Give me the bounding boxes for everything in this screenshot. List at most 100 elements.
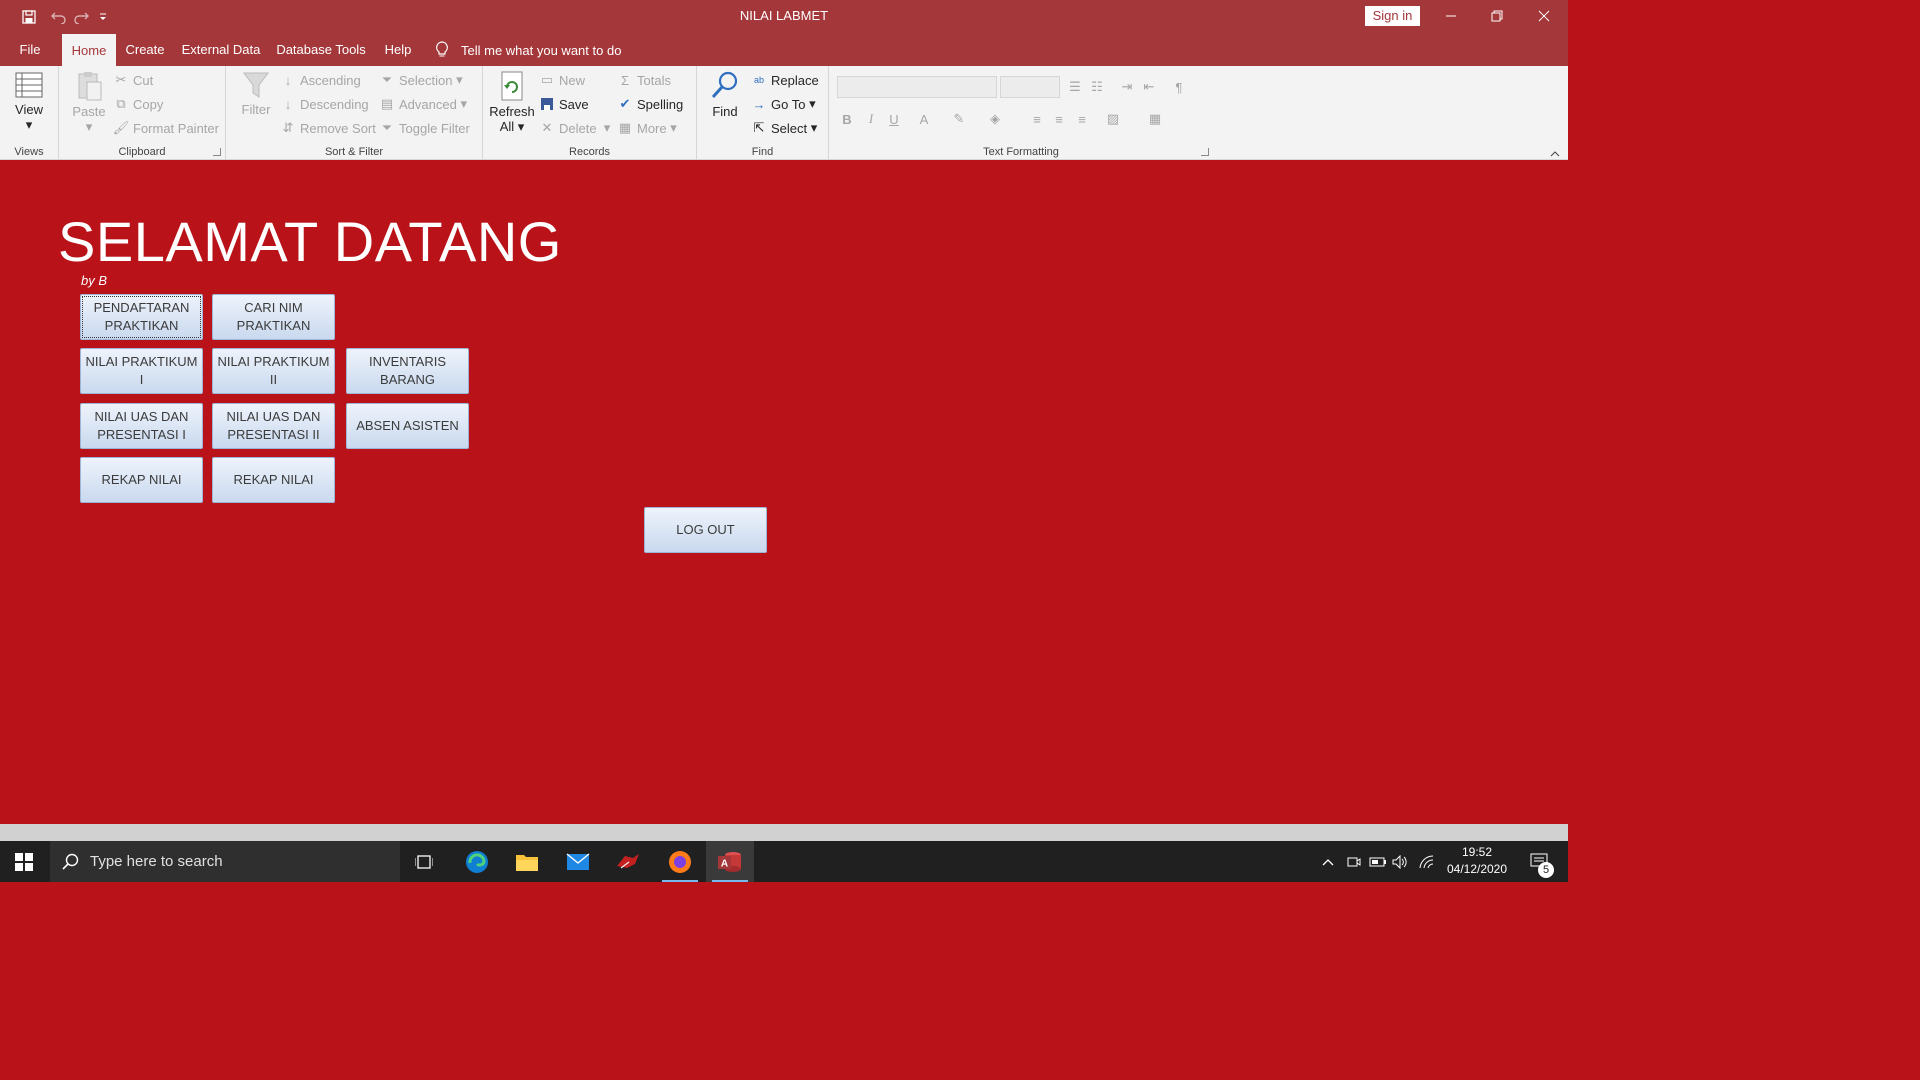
increase-indent-icon[interactable]: ⇥ [1117,77,1137,97]
align-center-icon[interactable]: ≡ [1049,109,1069,129]
save-record-button[interactable]: Save [539,94,589,114]
ribbon-tabs: File Home Create External Data Database … [0,34,1568,66]
highlight-icon[interactable]: ✎ [949,109,969,129]
battery-icon[interactable] [1368,841,1388,882]
advanced-label: Advanced [399,96,457,112]
paste-label: Paste [72,104,106,119]
new-label: New [559,72,586,88]
refresh-all-button[interactable]: Refresh All ▾ [489,70,535,134]
game-app-icon[interactable] [604,841,652,882]
descending-button[interactable]: ↓ Descending [280,94,369,114]
wifi-icon[interactable] [1416,841,1438,882]
minimize-icon[interactable] [1428,0,1474,32]
rekap-nilai-2-button[interactable]: REKAP NILAI [212,457,335,503]
taskbar-clock[interactable]: 19:52 04/12/2020 [1440,844,1514,878]
alternate-row-color-icon[interactable]: ▨ [1103,109,1123,129]
selection-button[interactable]: ⏷ Selection ▾ [379,70,463,90]
firefox-icon[interactable] [656,841,704,882]
font-size-dropdown[interactable] [1000,76,1060,98]
ascending-button[interactable]: ↓ Ascending [280,70,361,90]
fill-color-icon[interactable]: ◈ [985,109,1005,129]
paragraph-direction-icon[interactable]: ¶ [1169,77,1189,97]
access-app-icon[interactable]: A [706,841,754,882]
advanced-button[interactable]: ▤ Advanced ▾ [379,94,467,114]
italic-button[interactable]: I [861,109,881,129]
toggle-filter-label: Toggle Filter [399,120,470,136]
sign-in-button[interactable]: Sign in [1365,6,1420,26]
text-formatting-launcher-icon[interactable] [1201,148,1209,156]
cut-button[interactable]: ✂ Cut [113,70,154,90]
nilai-uas-presentasi-2-button[interactable]: NILAI UAS DAN PRESENTASI II [212,403,335,449]
nilai-praktikum-2-button[interactable]: NILAI PRAKTIKUM II [212,348,335,394]
tab-database-tools[interactable]: Database Tools [272,34,370,66]
pendaftaran-praktikan-button[interactable]: PENDAFTARAN PRAKTIKAN [80,294,203,340]
refresh-icon [501,71,523,101]
close-icon[interactable] [1521,0,1567,32]
select-button[interactable]: ⇱ Select ▾ [751,118,818,138]
volume-icon[interactable] [1390,841,1410,882]
rekap-nilai-1-button[interactable]: REKAP NILAI [80,457,203,503]
task-view-icon[interactable] [400,841,448,882]
find-button[interactable]: Find [707,70,743,119]
sigma-icon: Σ [620,72,630,88]
totals-button[interactable]: Σ Totals [617,70,671,90]
bullets-icon[interactable]: ☰ [1065,77,1085,97]
arrow-right-icon: → [752,96,766,112]
tab-file[interactable]: File [10,34,50,66]
chevron-up-icon[interactable] [1318,841,1338,882]
edge-browser-icon[interactable] [453,841,501,882]
toggle-filter-button[interactable]: ⏷ Toggle Filter [379,118,470,138]
collapse-ribbon-icon[interactable] [1550,147,1560,157]
logout-button[interactable]: LOG OUT [644,507,767,553]
ascending-label: Ascending [300,72,361,88]
align-right-icon[interactable]: ≡ [1072,109,1092,129]
file-explorer-icon[interactable] [503,841,551,882]
tell-me-search[interactable]: Tell me what you want to do [435,34,621,66]
copy-button[interactable]: ⧉ Copy [113,94,163,114]
tab-create[interactable]: Create [120,34,170,66]
font-name-dropdown[interactable] [837,76,997,98]
nilai-uas-presentasi-1-button[interactable]: NILAI UAS DAN PRESENTASI I [80,403,203,449]
font-color-button[interactable]: A [914,109,934,129]
ribbon: View ▾ Views Paste ▾ ✂ Cut ⧉ Copy 🖌 Format Pa… [0,66,1568,160]
nilai-praktikum-1-button[interactable]: NILAI PRAKTIKUM I [80,348,203,394]
save-record-icon [539,96,555,112]
tell-me-label: Tell me what you want to do [461,42,622,58]
group-find: Find ab Replace → Go To ▾ ⇱ Select ▾ Find [697,66,829,160]
replace-button[interactable]: ab Replace [751,70,819,90]
views-group-label: Views [14,146,44,158]
bold-button[interactable]: B [837,109,857,129]
underline-button[interactable]: U [884,109,904,129]
view-button[interactable]: View ▾ [10,70,48,132]
spelling-button[interactable]: ✔ Spelling [617,94,684,114]
tab-home[interactable]: Home [62,34,116,66]
format-painter-button[interactable]: 🖌 Format Painter [113,118,219,138]
tab-help[interactable]: Help [376,34,420,66]
tab-external-data[interactable]: External Data [176,34,266,66]
more-button[interactable]: ▦ More ▾ [617,118,677,138]
decrease-indent-icon[interactable]: ⇤ [1139,77,1159,97]
taskbar: Type here to search A 19:52 04/12/2020 5 [0,841,1568,882]
mail-icon[interactable] [554,841,602,882]
windows-start-icon[interactable] [0,841,48,882]
align-left-icon[interactable]: ≡ [1027,109,1047,129]
group-clipboard: Paste ▾ ✂ Cut ⧉ Copy 🖌 Format Painter Clipbo… [59,66,226,160]
goto-button[interactable]: → Go To ▾ [751,94,816,114]
new-record-button[interactable]: ▭ New [539,70,585,90]
copy-label: Copy [133,96,164,112]
numbering-icon[interactable]: ☷ [1087,77,1107,97]
absen-asisten-button[interactable]: ABSEN ASISTEN [346,403,469,449]
restore-icon[interactable] [1474,0,1520,32]
delete-record-button[interactable]: ✕ Delete ▾ [539,118,611,138]
filter-button[interactable]: Filter [238,70,274,117]
gridlines-icon[interactable]: ▦ [1145,109,1165,129]
remove-sort-button[interactable]: ⇵ Remove Sort [280,118,376,138]
meet-now-icon[interactable] [1344,841,1364,882]
spelling-label: Spelling [637,96,684,112]
cari-nim-praktikan-button[interactable]: CARI NIM PRAKTIKAN [212,294,335,340]
inventaris-barang-button[interactable]: INVENTARIS BARANG [346,348,469,394]
paste-button[interactable]: Paste ▾ [69,70,109,134]
taskbar-search-box[interactable]: Type here to search [50,841,400,882]
notification-center-icon[interactable]: 5 [1520,841,1560,882]
clipboard-launcher-icon[interactable] [213,148,221,156]
